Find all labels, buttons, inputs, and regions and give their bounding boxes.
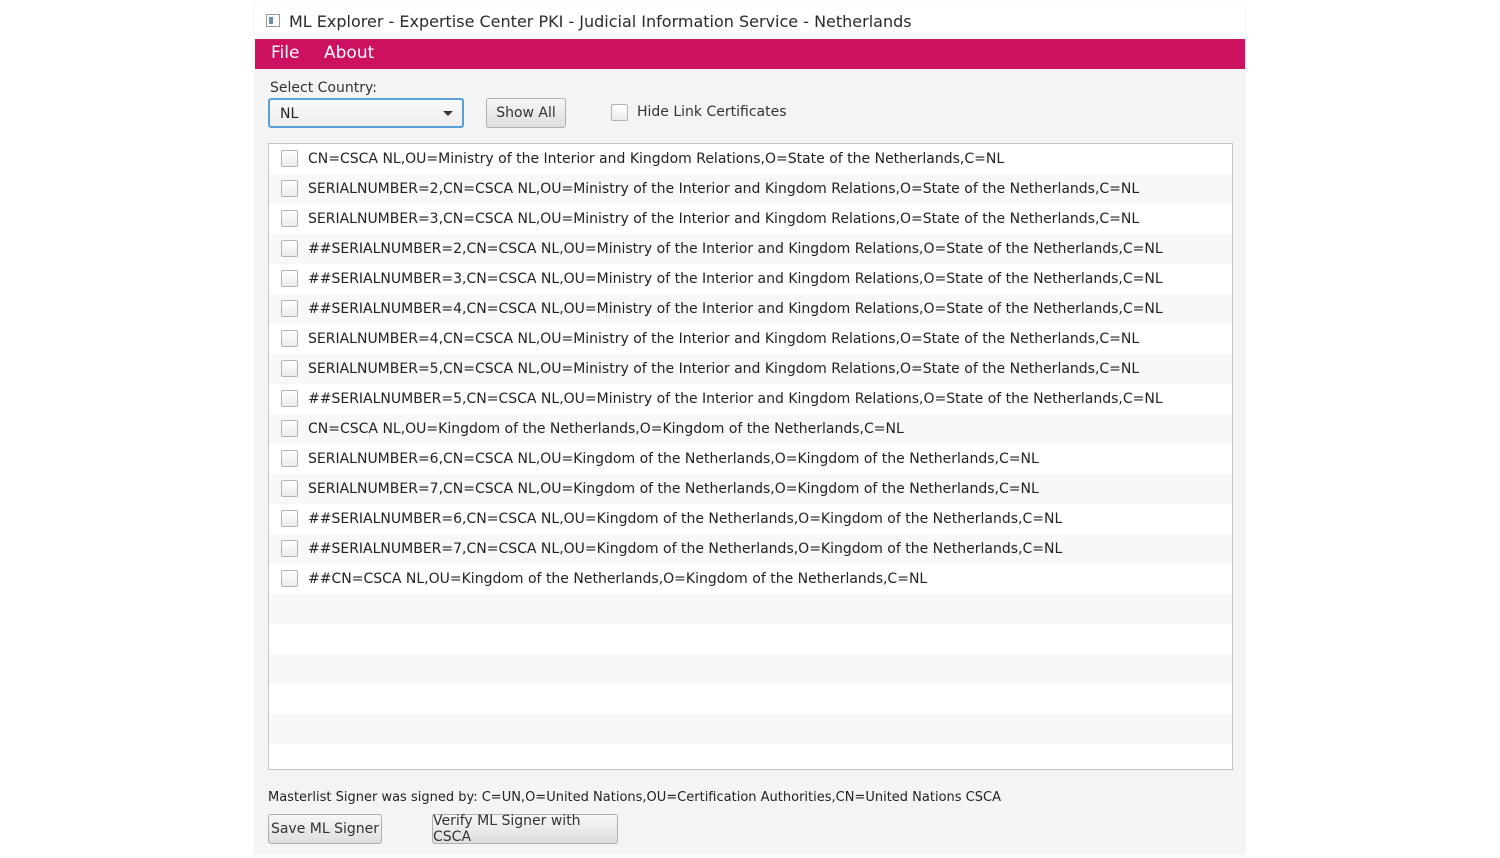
empty-list-row <box>269 714 1232 744</box>
show-all-button[interactable]: Show All <box>486 98 566 128</box>
list-item[interactable]: SERIALNUMBER=6,CN=CSCA NL,OU=Kingdom of … <box>269 444 1232 474</box>
select-country-label: Select Country: <box>270 80 377 96</box>
empty-list-row <box>269 654 1232 684</box>
certificate-checkbox[interactable] <box>281 420 298 437</box>
list-item[interactable]: CN=CSCA NL,OU=Kingdom of the Netherlands… <box>269 414 1232 444</box>
chevron-down-icon <box>443 111 453 116</box>
list-item[interactable]: SERIALNUMBER=3,CN=CSCA NL,OU=Ministry of… <box>269 204 1232 234</box>
title-bar: ML Explorer - Expertise Center PKI - Jud… <box>255 4 1245 39</box>
country-select[interactable]: NL <box>268 98 464 128</box>
certificate-name: ##SERIALNUMBER=2,CN=CSCA NL,OU=Ministry … <box>308 241 1163 257</box>
verify-ml-signer-button[interactable]: Verify ML Signer with CSCA <box>432 813 618 845</box>
certificate-checkbox[interactable] <box>281 180 298 197</box>
list-item[interactable]: ##CN=CSCA NL,OU=Kingdom of the Netherlan… <box>269 564 1232 594</box>
certificate-name: SERIALNUMBER=4,CN=CSCA NL,OU=Ministry of… <box>308 331 1140 347</box>
certificate-name: ##CN=CSCA NL,OU=Kingdom of the Netherlan… <box>308 571 928 587</box>
list-item[interactable]: SERIALNUMBER=7,CN=CSCA NL,OU=Kingdom of … <box>269 474 1232 504</box>
app-window: ML Explorer - Expertise Center PKI - Jud… <box>255 4 1245 854</box>
empty-list-row <box>269 624 1232 654</box>
certificate-name: CN=CSCA NL,OU=Ministry of the Interior a… <box>308 151 1005 167</box>
certificate-checkbox[interactable] <box>281 330 298 347</box>
empty-list-row <box>269 594 1232 624</box>
empty-list-row <box>269 744 1232 769</box>
app-window-icon <box>266 14 280 27</box>
menu-bar: File About <box>255 39 1245 69</box>
signer-info: Masterlist Signer was signed by: C=UN,O=… <box>268 790 1001 805</box>
window-title: ML Explorer - Expertise Center PKI - Jud… <box>289 12 912 31</box>
certificate-name: SERIALNUMBER=6,CN=CSCA NL,OU=Kingdom of … <box>308 451 1039 467</box>
certificate-name: SERIALNUMBER=2,CN=CSCA NL,OU=Ministry of… <box>308 181 1140 197</box>
certificate-checkbox[interactable] <box>281 360 298 377</box>
certificate-checkbox[interactable] <box>281 270 298 287</box>
list-item[interactable]: SERIALNUMBER=4,CN=CSCA NL,OU=Ministry of… <box>269 324 1232 354</box>
list-item[interactable]: ##SERIALNUMBER=2,CN=CSCA NL,OU=Ministry … <box>269 234 1232 264</box>
list-item[interactable]: ##SERIALNUMBER=3,CN=CSCA NL,OU=Ministry … <box>269 264 1232 294</box>
certificate-checkbox[interactable] <box>281 390 298 407</box>
save-ml-signer-button[interactable]: Save ML Signer <box>268 814 382 844</box>
list-item[interactable]: SERIALNUMBER=5,CN=CSCA NL,OU=Ministry of… <box>269 354 1232 384</box>
certificate-name: ##SERIALNUMBER=5,CN=CSCA NL,OU=Ministry … <box>308 391 1163 407</box>
certificate-checkbox[interactable] <box>281 540 298 557</box>
certificate-checkbox[interactable] <box>281 300 298 317</box>
certificate-name: ##SERIALNUMBER=6,CN=CSCA NL,OU=Kingdom o… <box>308 511 1063 527</box>
list-item[interactable]: ##SERIALNUMBER=7,CN=CSCA NL,OU=Kingdom o… <box>269 534 1232 564</box>
list-item[interactable]: SERIALNUMBER=2,CN=CSCA NL,OU=Ministry of… <box>269 174 1232 204</box>
certificate-checkbox[interactable] <box>281 510 298 527</box>
certificate-name: SERIALNUMBER=5,CN=CSCA NL,OU=Ministry of… <box>308 361 1140 377</box>
list-item[interactable]: ##SERIALNUMBER=6,CN=CSCA NL,OU=Kingdom o… <box>269 504 1232 534</box>
certificate-checkbox[interactable] <box>281 210 298 227</box>
certificate-name: ##SERIALNUMBER=4,CN=CSCA NL,OU=Ministry … <box>308 301 1163 317</box>
certificate-list[interactable]: CN=CSCA NL,OU=Ministry of the Interior a… <box>268 143 1233 770</box>
certificate-name: SERIALNUMBER=7,CN=CSCA NL,OU=Kingdom of … <box>308 481 1039 497</box>
menu-file[interactable]: File <box>271 43 299 63</box>
menu-about[interactable]: About <box>324 43 374 63</box>
certificate-checkbox[interactable] <box>281 450 298 467</box>
list-item[interactable]: ##SERIALNUMBER=4,CN=CSCA NL,OU=Ministry … <box>269 294 1232 324</box>
certificate-name: CN=CSCA NL,OU=Kingdom of the Netherlands… <box>308 421 904 437</box>
certificate-name: ##SERIALNUMBER=3,CN=CSCA NL,OU=Ministry … <box>308 271 1163 287</box>
certificate-checkbox[interactable] <box>281 570 298 587</box>
certificate-name: ##SERIALNUMBER=7,CN=CSCA NL,OU=Kingdom o… <box>308 541 1063 557</box>
certificate-checkbox[interactable] <box>281 240 298 257</box>
country-select-value: NL <box>280 106 299 122</box>
certificate-name: SERIALNUMBER=3,CN=CSCA NL,OU=Ministry of… <box>308 211 1140 227</box>
list-item[interactable]: ##SERIALNUMBER=5,CN=CSCA NL,OU=Ministry … <box>269 384 1232 414</box>
certificate-checkbox[interactable] <box>281 480 298 497</box>
list-item[interactable]: CN=CSCA NL,OU=Ministry of the Interior a… <box>269 144 1232 174</box>
certificate-checkbox[interactable] <box>281 150 298 167</box>
hide-link-certificates-label: Hide Link Certificates <box>637 104 787 120</box>
empty-list-row <box>269 684 1232 714</box>
hide-link-certificates-checkbox[interactable] <box>611 104 628 121</box>
